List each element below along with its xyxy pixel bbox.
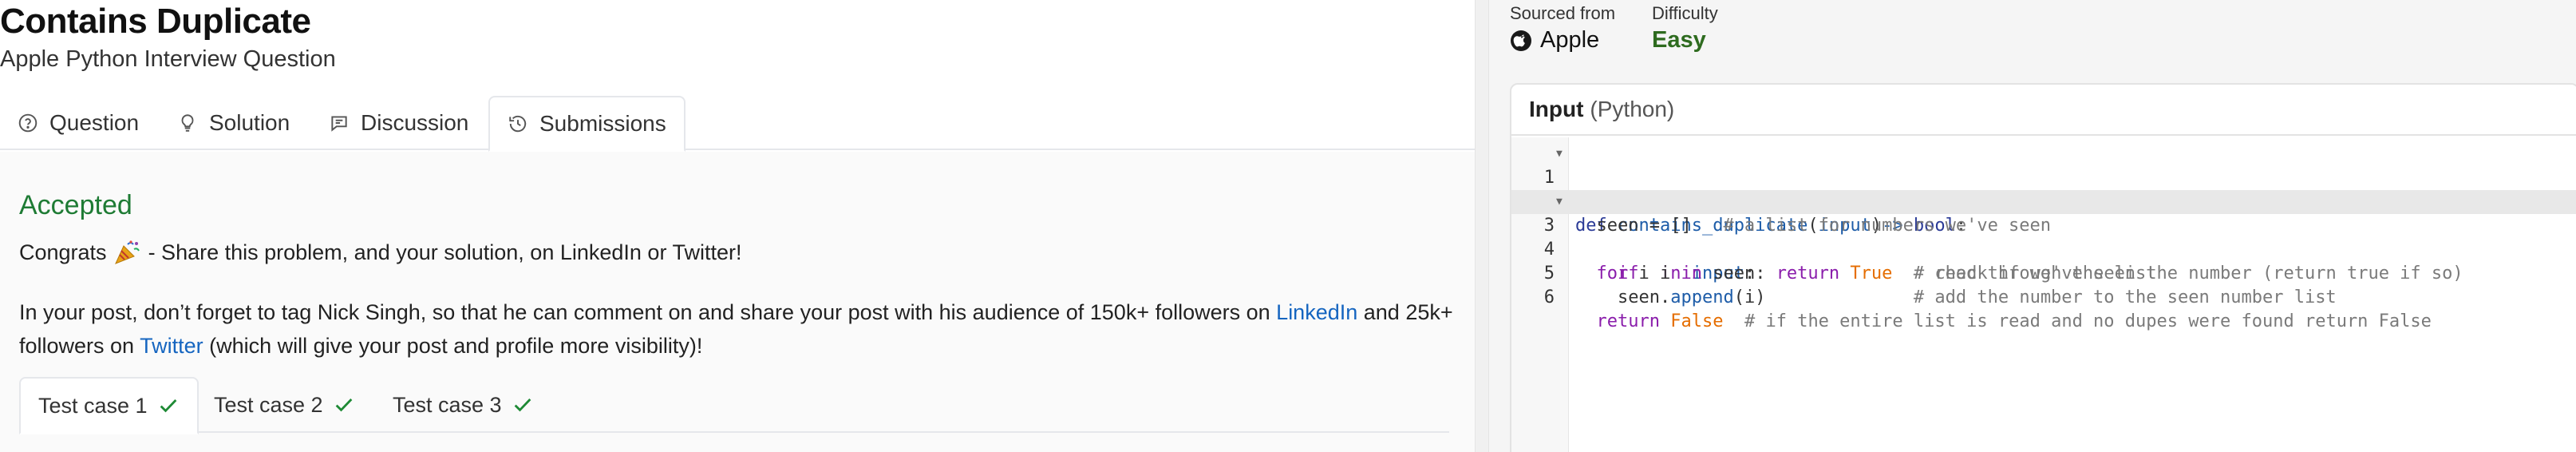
code-text: return False # if the entire list is rea… (1596, 311, 2432, 331)
tab-question[interactable]: Question (18, 96, 139, 150)
line-number: 6 (1543, 287, 1555, 307)
tab-discussion-label: Discussion (361, 110, 469, 135)
page-title: Contains Duplicate (0, 2, 311, 41)
code-line-2[interactable]: 2 seen = [] # a list for numbers we've s… (1511, 166, 2576, 236)
editor-pane: Sourced from Difficulty Apple Easy Input… (1489, 0, 2576, 452)
submission-panel: Accepted Congrats - Share this problem, … (0, 152, 1475, 452)
problem-pane: Contains Duplicate Apple Python Intervie… (0, 0, 1475, 452)
editor-title: Input (1529, 97, 1584, 121)
chat-bubble-icon (329, 113, 350, 133)
congrats-suffix: - Share this problem, and your solution,… (148, 240, 742, 264)
test-case-tabs: Test case 1 Test case 2 Test case 3 (19, 377, 1449, 434)
check-icon (512, 394, 534, 416)
tab-solution-label: Solution (209, 110, 290, 135)
congrats-prefix: Congrats (19, 240, 107, 264)
test-case-label: Test case 3 (393, 392, 502, 417)
question-circle-icon (18, 113, 38, 133)
code-line-1[interactable]: 1 ▼ def contains_duplicate(input)-> bool… (1511, 142, 2576, 236)
test-case-tab-3[interactable]: Test case 3 (393, 377, 534, 433)
code-editor[interactable]: Input (Python) 1 ▼ def contains_duplicat… (1510, 83, 2576, 452)
tab-submissions[interactable]: Submissions (488, 96, 685, 152)
apple-logo-icon (1510, 30, 1532, 52)
code-line-6[interactable]: 6 return False # if the entire list is r… (1511, 262, 2576, 331)
tab-submissions-label: Submissions (539, 111, 666, 136)
share-paragraph: In your post, don’t forget to tag Nick S… (19, 295, 1456, 363)
history-icon (508, 113, 528, 134)
company-name: Apple (1540, 27, 1600, 53)
test-case-label: Test case 2 (214, 392, 323, 417)
code-text: seen.append(i) # add the number to the s… (1575, 287, 2337, 307)
lightbulb-icon (177, 113, 198, 133)
sourced-from-label: Sourced from (1510, 3, 1616, 23)
test-case-label: Test case 1 (38, 393, 148, 418)
check-icon (333, 394, 355, 416)
editor-language: (Python) (1590, 97, 1675, 121)
fold-arrow-icon[interactable]: ▼ (1556, 142, 1563, 166)
tab-discussion[interactable]: Discussion (329, 96, 468, 150)
share-text-3: (which will give your post and profile m… (203, 334, 703, 358)
submission-status: Accepted (19, 190, 132, 220)
editor-header: Input (Python) (1511, 85, 2576, 136)
twitter-link[interactable]: Twitter (140, 334, 203, 358)
difficulty-value: Easy (1652, 27, 1706, 53)
page-subtitle: Apple Python Interview Question (0, 46, 336, 72)
check-icon (157, 395, 180, 417)
problem-tabs: Question Solution Discussion Submissions (0, 96, 1475, 152)
party-popper-icon (113, 240, 142, 265)
code-line-4[interactable]: 4 if i in seen: return True # check if w… (1511, 214, 2576, 283)
pane-resize-handle[interactable] (1475, 0, 1489, 452)
test-case-tab-2[interactable]: Test case 2 (214, 377, 355, 433)
tab-solution[interactable]: Solution (177, 96, 290, 150)
linkedin-link[interactable]: LinkedIn (1276, 300, 1357, 324)
difficulty-label: Difficulty (1652, 3, 1718, 23)
code-line-3[interactable]: 3 ▼ for i in input: # read through the l… (1511, 190, 2576, 283)
test-case-tab-1[interactable]: Test case 1 (19, 377, 199, 434)
fold-arrow-icon[interactable]: ▼ (1556, 190, 1563, 214)
code-lines[interactable]: 1 ▼ def contains_duplicate(input)-> bool… (1511, 142, 2576, 331)
tab-question-label: Question (49, 110, 140, 135)
code-line-5[interactable]: 5 seen.append(i) # add the number to the… (1511, 238, 2576, 307)
company-source: Apple (1510, 27, 1599, 54)
congrats-line: Congrats - Share this problem, and your … (19, 240, 741, 265)
share-text-1: In your post, don’t forget to tag Nick S… (19, 300, 1277, 324)
